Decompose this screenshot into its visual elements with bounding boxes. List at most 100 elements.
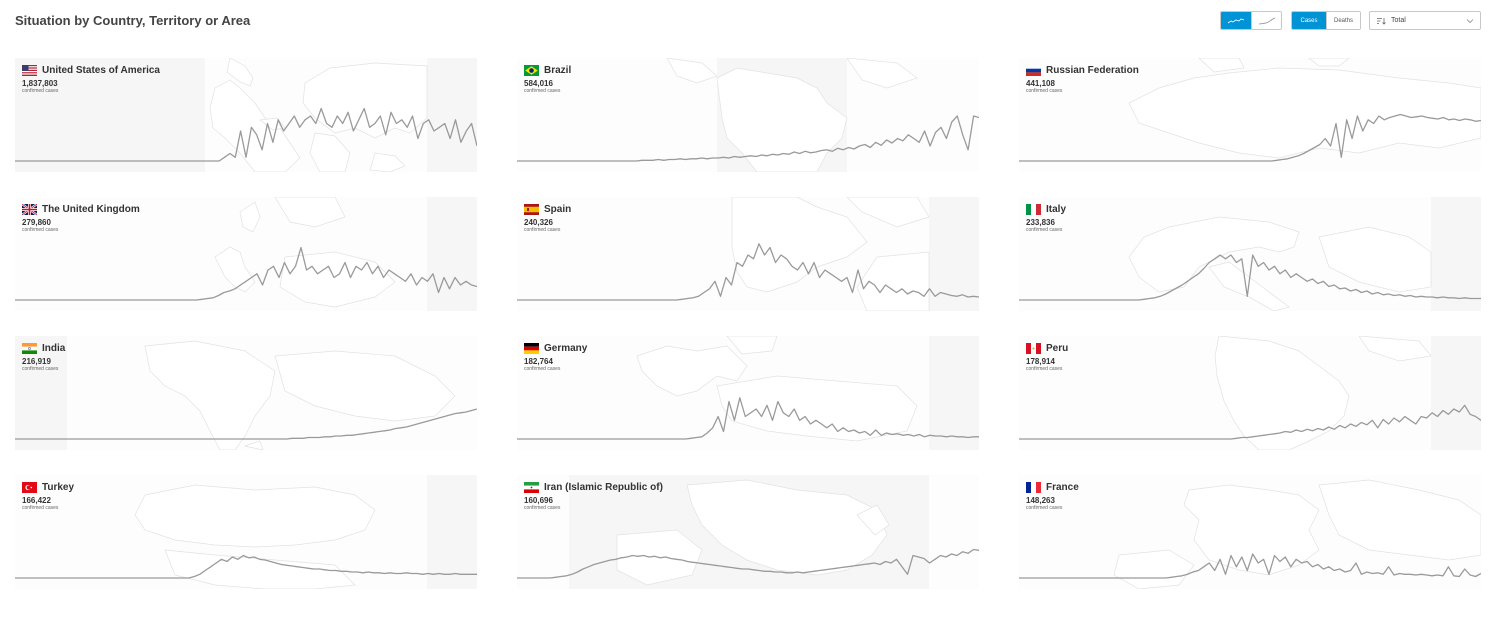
map-outline — [686, 479, 888, 576]
confirmed-count: 1,837,803 — [22, 79, 58, 88]
confirmed-label: confirmed cases — [22, 505, 59, 511]
country-name: Spain — [544, 204, 572, 215]
confirmed-label: confirmed cases — [1026, 505, 1063, 511]
cumulative-mode-button[interactable] — [1251, 12, 1281, 29]
flag-icon — [22, 65, 37, 76]
flag-icon — [524, 343, 539, 354]
country-name-row: Russian Federation — [1026, 65, 1139, 76]
flag-icon — [22, 204, 37, 215]
confirmed-count: 279,860 — [22, 218, 51, 227]
flag-icon — [524, 204, 539, 215]
country-card[interactable]: France 148,263 confirmed cases — [1019, 475, 1481, 589]
card-header: Iran (Islamic Republic of) 160,696 confirm… — [524, 482, 663, 511]
country-card[interactable]: Peru 178,914 confirmed cases — [1019, 336, 1481, 450]
country-map-trend — [1019, 197, 1481, 311]
confirmed-count: 584,016 — [524, 79, 553, 88]
chevron-down-icon — [1466, 18, 1474, 23]
country-map-trend — [15, 475, 477, 589]
country-name-row: Peru — [1026, 343, 1068, 354]
country-name-row: The United Kingdom — [22, 204, 140, 215]
country-card[interactable]: The United Kingdom 279,860 confirmed cases — [15, 197, 477, 311]
card-header: Spain 240,326 confirmed cases — [524, 204, 571, 233]
country-map-trend — [1019, 336, 1481, 450]
country-name-row: United States of America — [22, 65, 160, 76]
country-card[interactable]: Iran (Islamic Republic of) 160,696 confirm… — [517, 475, 979, 589]
confirmed-count: 182,764 — [524, 357, 553, 366]
page-title: Situation by Country, Territory or Area — [15, 13, 251, 28]
flag-icon — [524, 482, 539, 493]
country-name-row: Germany — [524, 343, 587, 354]
controls-bar: Cases Deaths Total — [1220, 11, 1481, 30]
country-name: Russian Federation — [1046, 65, 1139, 76]
deaths-tab[interactable]: Deaths — [1326, 12, 1360, 29]
country-map-trend — [517, 197, 979, 311]
flag-icon — [1026, 204, 1041, 215]
confirmed-count: 178,914 — [1026, 357, 1055, 366]
confirmed-label: confirmed cases — [22, 366, 59, 372]
card-header: United States of America 1,837,803 confirm… — [22, 65, 160, 94]
country-name-row: Brazil — [524, 65, 571, 76]
country-name: Peru — [1046, 343, 1069, 354]
flag-icon — [22, 482, 37, 493]
country-name-row: India — [22, 343, 65, 354]
card-header: Peru 178,914 confirmed cases — [1026, 343, 1068, 372]
card-header: The United Kingdom 279,860 confirmed cases — [22, 204, 140, 233]
confirmed-label: confirmed cases — [1026, 88, 1063, 94]
card-header: Germany 182,764 confirmed cases — [524, 343, 587, 372]
country-card[interactable]: Germany 182,764 confirmed cases — [517, 336, 979, 450]
sort-icon — [1377, 17, 1386, 25]
chart-mode-toggle — [1220, 11, 1282, 30]
card-header: Russian Federation 441,108 confirmed cases — [1026, 65, 1139, 94]
country-name: Germany — [544, 343, 588, 354]
confirmed-count: 148,263 — [1026, 496, 1055, 505]
country-name: Iran (Islamic Republic of) — [544, 482, 663, 493]
confirmed-count: 160,696 — [524, 496, 553, 505]
card-header: Italy 233,836 confirmed cases — [1026, 204, 1066, 233]
flag-icon — [22, 343, 37, 354]
flag-icon — [1026, 343, 1041, 354]
daily-mode-button[interactable] — [1221, 12, 1251, 29]
country-map-trend — [15, 336, 477, 450]
cumulative-trend-icon — [1258, 17, 1275, 24]
country-name: The United Kingdom — [42, 204, 140, 215]
card-header: Turkey 166,422 confirmed cases — [22, 482, 74, 511]
confirmed-label: confirmed cases — [22, 88, 59, 94]
country-map-trend — [1019, 475, 1481, 589]
country-name-row: Italy — [1026, 204, 1066, 215]
country-card[interactable]: Spain 240,326 confirmed cases — [517, 197, 979, 311]
country-card[interactable]: India 216,919 confirmed cases — [15, 336, 477, 450]
country-card[interactable]: Italy 233,836 confirmed cases — [1019, 197, 1481, 311]
confirmed-label: confirmed cases — [524, 88, 561, 94]
country-name-row: Iran (Islamic Republic of) — [524, 482, 663, 493]
country-map-trend — [517, 58, 979, 172]
country-card[interactable]: Turkey 166,422 confirmed cases — [15, 475, 477, 589]
confirmed-count: 240,326 — [524, 218, 553, 227]
country-card[interactable]: United States of America 1,837,803 confirm… — [15, 58, 477, 172]
confirmed-label: confirmed cases — [22, 227, 59, 233]
cases-tab[interactable]: Cases — [1292, 12, 1326, 29]
card-header: France 148,263 confirmed cases — [1026, 482, 1079, 511]
map-outline — [134, 484, 376, 548]
country-card[interactable]: Russian Federation 441,108 confirmed cases — [1019, 58, 1481, 172]
country-name-row: Turkey — [22, 482, 74, 493]
confirmed-label: confirmed cases — [524, 227, 561, 233]
sort-select[interactable]: Total — [1369, 11, 1481, 30]
confirmed-count: 233,836 — [1026, 218, 1055, 227]
country-card[interactable]: Brazil 584,016 confirmed cases — [517, 58, 979, 172]
confirmed-label: confirmed cases — [524, 366, 561, 372]
country-name: United States of America — [42, 65, 160, 76]
flag-icon — [524, 65, 539, 76]
country-name: Italy — [1046, 204, 1067, 215]
flag-icon — [1026, 482, 1041, 493]
country-name: France — [1046, 482, 1079, 493]
country-name: India — [42, 343, 66, 354]
map-region — [929, 475, 979, 589]
country-name: Brazil — [544, 65, 572, 76]
flag-icon — [1026, 65, 1041, 76]
country-grid: United States of America 1,837,803 confirm… — [15, 58, 1481, 589]
confirmed-label: confirmed cases — [1026, 227, 1063, 233]
confirmed-count: 441,108 — [1026, 79, 1055, 88]
confirmed-count: 216,919 — [22, 357, 51, 366]
country-name-row: France — [1026, 482, 1079, 493]
country-name-row: Spain — [524, 204, 571, 215]
